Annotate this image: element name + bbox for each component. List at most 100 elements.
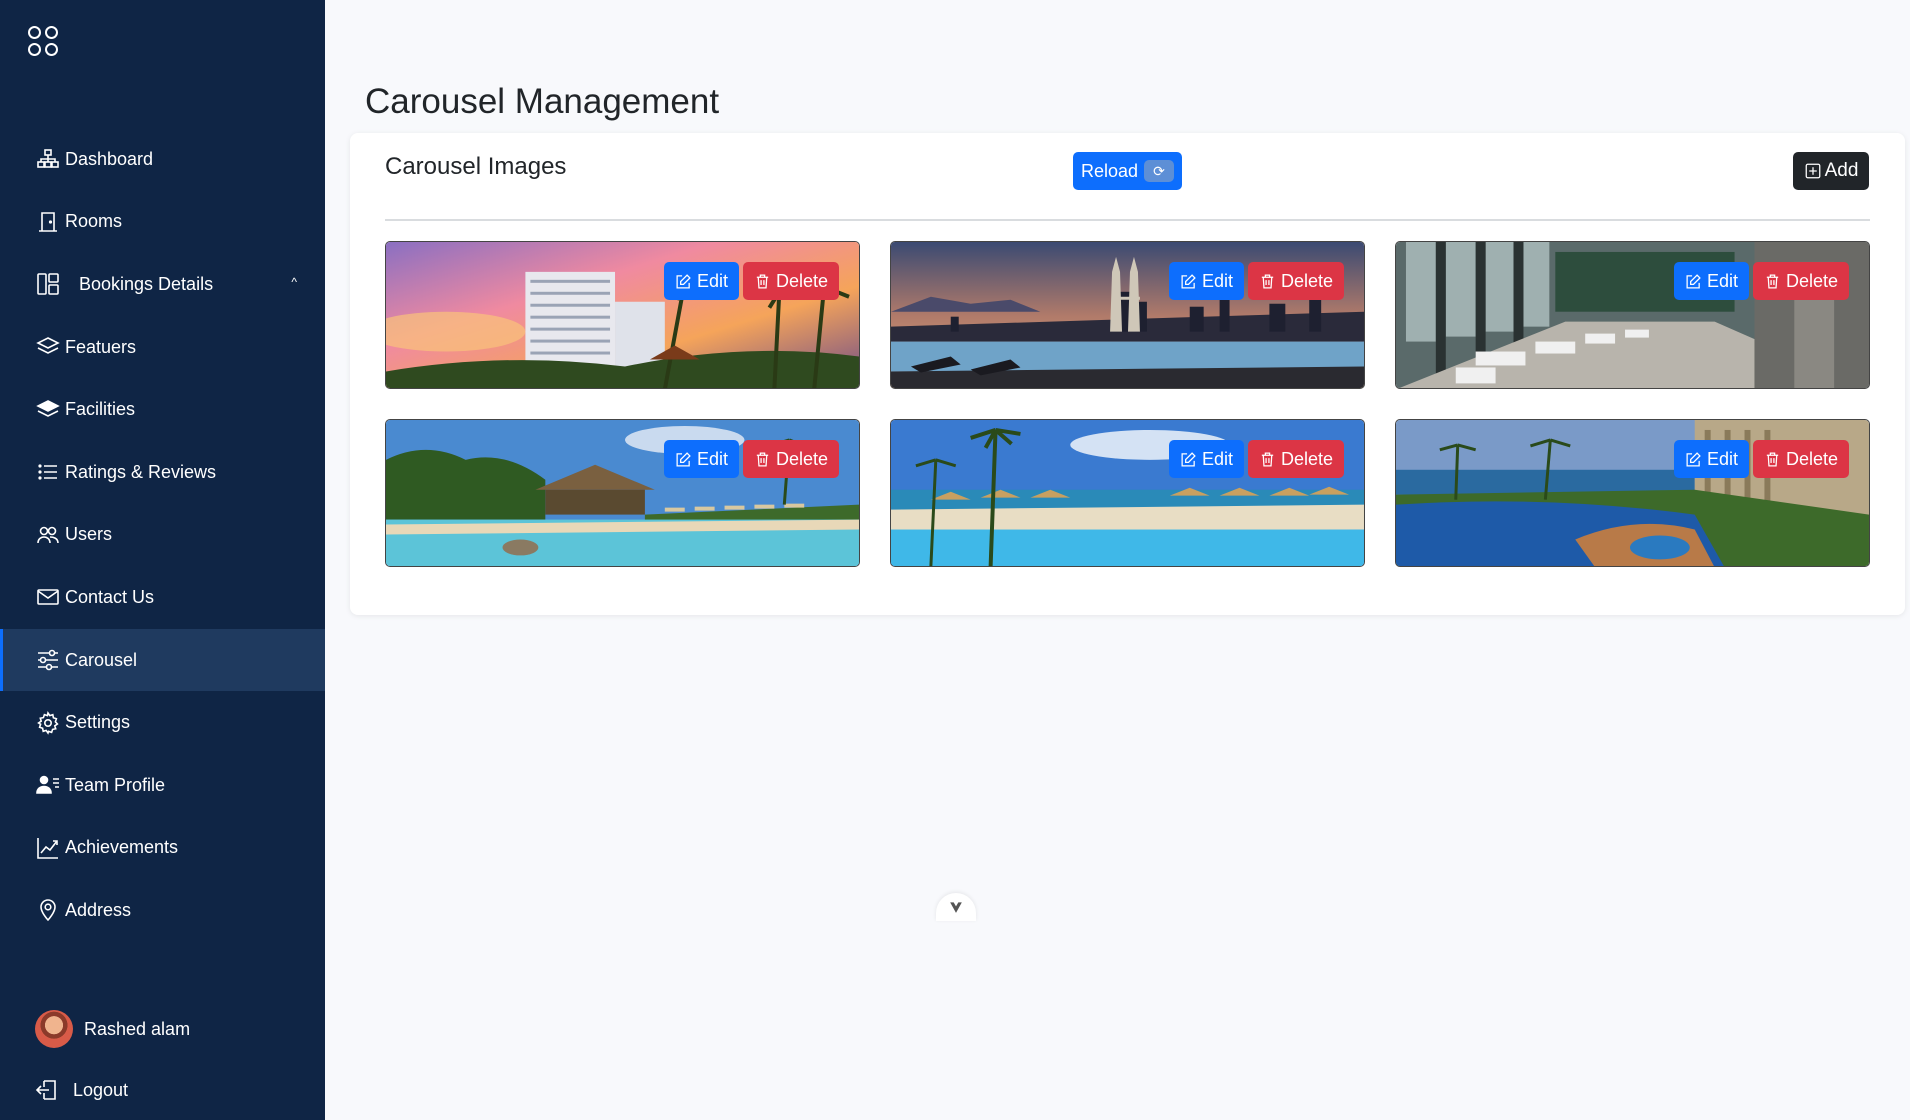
sidebar-item-label: Carousel (65, 649, 138, 670)
door-icon (35, 209, 61, 235)
user-name: Rashed alam (84, 1018, 191, 1039)
sidebar-item-address[interactable]: Address (0, 879, 325, 942)
delete-button[interactable]: Delete (1752, 262, 1849, 300)
edit-label: Edit (696, 448, 728, 469)
gear-icon (35, 710, 61, 736)
sidebar-item-carousel[interactable]: Carousel (0, 628, 325, 692)
logout-label: Logout (73, 1079, 129, 1100)
edit-icon (676, 273, 691, 289)
carousel-card: Carousel Images Reload ⟳ Add Edit Delete (350, 133, 1905, 615)
delete-button[interactable]: Delete (1752, 440, 1849, 478)
sidebar-item-label: Users (65, 524, 113, 545)
layers-icon (35, 334, 61, 360)
edit-label: Edit (1706, 448, 1738, 469)
edit-label: Edit (696, 270, 728, 291)
app-logo-icon[interactable] (28, 26, 62, 60)
delete-button[interactable]: Delete (1247, 440, 1344, 478)
edit-icon (1686, 451, 1701, 467)
edit-icon (1686, 273, 1701, 289)
edit-label: Edit (1201, 270, 1233, 291)
trash-icon (1766, 273, 1779, 289)
reload-button[interactable]: Reload ⟳ (1073, 152, 1182, 190)
delete-button[interactable]: Delete (742, 440, 839, 478)
list-icon (35, 459, 61, 485)
delete-label: Delete (775, 270, 828, 291)
sidebar-item-rooms[interactable]: Rooms (0, 191, 325, 254)
sidebar-item-dashboard[interactable]: Dashboard (0, 128, 325, 191)
sidebar-item-users[interactable]: Users (0, 504, 325, 567)
geo-pin-icon (35, 897, 61, 923)
edit-button[interactable]: Edit (663, 262, 739, 300)
delete-label: Delete (1280, 270, 1333, 291)
sidebar-item-team-profile[interactable]: Team Profile (0, 754, 325, 817)
edit-button[interactable]: Edit (1168, 262, 1244, 300)
delete-button[interactable]: Delete (1247, 262, 1344, 300)
edit-icon (1181, 451, 1196, 467)
vue-logo-icon (950, 902, 962, 913)
scroll-indicator[interactable] (936, 893, 976, 921)
trash-icon (756, 451, 769, 467)
sidebar-item-label: Rooms (65, 211, 123, 232)
chevron-up-icon[interactable]: ^ (291, 275, 297, 289)
sidebar-item-label: Facilities (65, 399, 136, 420)
user-profile[interactable]: Rashed alam (35, 1010, 190, 1048)
sidebar-item-settings[interactable]: Settings (0, 691, 325, 754)
sidebar-item-achievements[interactable]: Achievements (0, 817, 325, 880)
sidebar-item-featuers[interactable]: Featuers (0, 316, 325, 379)
edit-button[interactable]: Edit (1673, 262, 1749, 300)
sidebar-item-label: Featuers (65, 336, 137, 357)
sidebar-nav: Dashboard Rooms Bookings Details ^ Featu… (0, 128, 325, 942)
trash-icon (1766, 451, 1779, 467)
layout-icon (35, 271, 61, 297)
edit-button[interactable]: Edit (1673, 440, 1749, 478)
sidebar-item-label: Achievements (65, 837, 179, 858)
refresh-icon: ⟳ (1144, 160, 1175, 182)
sidebar-item-label: Ratings & Reviews (65, 461, 217, 482)
sidebar-item-bookings-details[interactable]: Bookings Details ^ (0, 253, 325, 316)
carousel-image-card: Edit Delete (385, 419, 860, 567)
delete-button[interactable]: Delete (742, 262, 839, 300)
sliders-icon (35, 647, 61, 673)
edit-button[interactable]: Edit (663, 440, 739, 478)
page-title: Carousel Management (365, 82, 720, 121)
sidebar-item-label: Team Profile (65, 774, 166, 795)
carousel-image-card: Edit Delete (385, 241, 860, 389)
edit-label: Edit (1201, 448, 1233, 469)
logout-icon (35, 1080, 56, 1100)
edit-icon (1181, 273, 1196, 289)
delete-label: Delete (1785, 448, 1838, 469)
logout-button[interactable]: Logout (35, 1078, 128, 1102)
sitemap-icon (35, 146, 61, 172)
delete-label: Delete (775, 448, 828, 469)
add-button[interactable]: Add (1793, 152, 1869, 190)
sidebar: Dashboard Rooms Bookings Details ^ Featu… (0, 0, 325, 1120)
edit-icon (676, 451, 691, 467)
carousel-image-card: Edit Delete (1395, 419, 1870, 567)
add-label: Add (1824, 160, 1859, 181)
delete-label: Delete (1280, 448, 1333, 469)
sidebar-item-ratings-reviews[interactable]: Ratings & Reviews (0, 441, 325, 504)
sidebar-item-label: Settings (65, 712, 131, 733)
card-title: Carousel Images (385, 153, 567, 180)
sidebar-item-label: Address (65, 899, 132, 920)
carousel-image-card: Edit Delete (890, 241, 1365, 389)
reload-label: Reload (1080, 160, 1139, 181)
sidebar-item-label: Contact Us (65, 586, 155, 607)
layers-filled-icon (35, 397, 61, 423)
sidebar-item-label: Bookings Details (79, 273, 214, 294)
sidebar-item-label: Dashboard (65, 148, 154, 169)
sidebar-item-facilities[interactable]: Facilities (0, 378, 325, 441)
edit-button[interactable]: Edit (1168, 440, 1244, 478)
divider (385, 219, 1870, 221)
users-icon (35, 522, 61, 548)
avatar (35, 1010, 73, 1048)
person-lines-icon (35, 772, 61, 798)
envelope-icon (35, 584, 61, 610)
graph-up-icon (35, 835, 61, 861)
sidebar-item-contact-us[interactable]: Contact Us (0, 566, 325, 629)
delete-label: Delete (1785, 270, 1838, 291)
edit-label: Edit (1706, 270, 1738, 291)
plus-square-icon (1805, 163, 1820, 179)
trash-icon (1261, 273, 1274, 289)
trash-icon (756, 273, 769, 289)
